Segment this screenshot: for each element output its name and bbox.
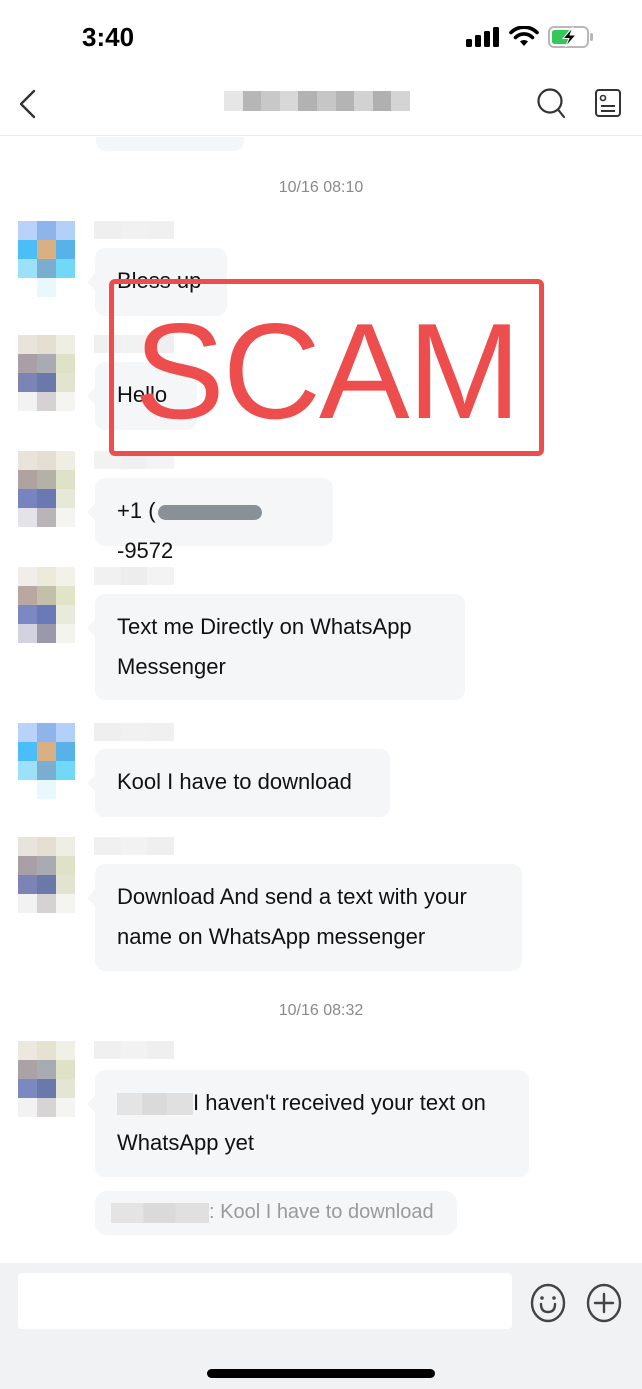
- back-button[interactable]: [14, 86, 46, 122]
- message-input[interactable]: [18, 1273, 512, 1329]
- sender-name-redacted: [94, 567, 175, 585]
- message-text: Download And send a text with your name …: [117, 884, 467, 949]
- message-bubble[interactable]: I haven't received your text on WhatsApp…: [87, 1070, 529, 1177]
- avatar[interactable]: [18, 567, 76, 643]
- home-indicator[interactable]: [207, 1369, 435, 1378]
- avatar[interactable]: [18, 221, 76, 297]
- status-bar: 3:40: [0, 0, 642, 76]
- quoted-reply[interactable]: : Kool I have to download: [95, 1191, 457, 1235]
- scam-warning-stamp: SCAM: [109, 279, 544, 456]
- redacted-mention: [117, 1093, 193, 1116]
- message-text-prefix: +1 (: [117, 498, 156, 523]
- search-button[interactable]: [534, 86, 570, 122]
- chat-messages[interactable]: 10/16 08:10 Bless up Hello +1 (-9572 Tex…: [0, 137, 642, 1263]
- nav-bar: [0, 76, 642, 136]
- search-icon: [537, 88, 566, 119]
- message-bubble[interactable]: Download And send a text with your name …: [87, 864, 522, 971]
- sender-name-redacted: [94, 221, 175, 239]
- avatar[interactable]: [18, 723, 76, 799]
- timestamp: 10/16 08:32: [278, 1002, 364, 1019]
- chevron-left-icon: [19, 89, 36, 119]
- redacted-phone-digits: [157, 504, 262, 520]
- message-text: Text me Directly on WhatsApp Messenger: [117, 614, 412, 679]
- battery-charging-icon: [548, 26, 593, 48]
- avatar[interactable]: [18, 335, 76, 411]
- previous-message-bubble: [96, 137, 244, 151]
- avatar[interactable]: [18, 837, 76, 913]
- plus-circle-icon: [586, 1283, 622, 1323]
- sender-name-redacted: [94, 723, 175, 741]
- cellular-signal-icon: [466, 27, 499, 47]
- wifi-icon: [509, 26, 539, 46]
- sender-name-redacted: [94, 1041, 175, 1059]
- status-icons: [466, 26, 594, 48]
- scam-stamp-text: SCAM: [134, 294, 521, 447]
- contact-card-icon: [595, 89, 621, 117]
- status-time: 3:40: [82, 22, 135, 52]
- sender-name-redacted: [94, 837, 175, 855]
- message-text-suffix: -9572: [117, 538, 174, 563]
- timestamp: 10/16 08:10: [278, 179, 364, 196]
- avatar[interactable]: [18, 451, 76, 527]
- message-bubble[interactable]: Text me Directly on WhatsApp Messenger: [87, 594, 465, 700]
- quoted-text: : Kool I have to download: [209, 1201, 434, 1223]
- contact-card-button[interactable]: [594, 88, 624, 120]
- more-options-button[interactable]: [584, 1283, 624, 1323]
- redacted-quote-author: [111, 1202, 209, 1223]
- message-text: Kool I have to download: [117, 769, 352, 794]
- emoji-smile-icon: [530, 1283, 566, 1323]
- message-bubble[interactable]: +1 ( -9572: [87, 478, 333, 563]
- chat-title-redacted: [224, 91, 410, 111]
- emoji-button[interactable]: [528, 1283, 568, 1323]
- message-composer: [0, 1263, 642, 1389]
- message-bubble[interactable]: Kool I have to download: [87, 749, 390, 817]
- avatar[interactable]: [18, 1041, 76, 1117]
